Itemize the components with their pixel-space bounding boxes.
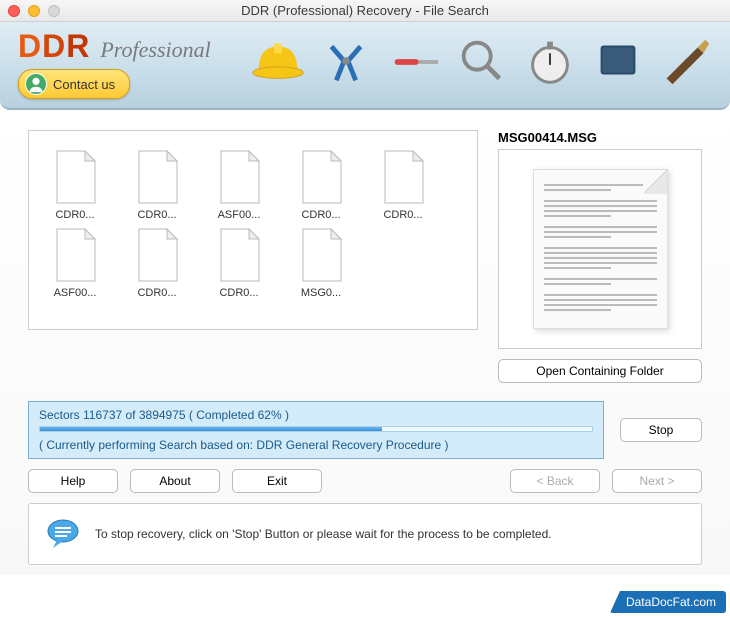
app-logo-subtitle: Professional [100, 37, 210, 63]
file-name-label: CDR0... [371, 209, 435, 221]
file-item[interactable]: CDR0... [207, 225, 271, 299]
pen-icon [657, 30, 715, 92]
help-button[interactable]: Help [28, 469, 118, 493]
info-bubble-icon [45, 516, 81, 552]
person-icon [25, 73, 47, 95]
file-icon [295, 147, 347, 207]
file-name-label: CDR0... [125, 287, 189, 299]
file-name-label: CDR0... [289, 209, 353, 221]
open-containing-folder-button[interactable]: Open Containing Folder [498, 359, 702, 383]
progress-bar [39, 426, 593, 432]
preview-filename: MSG00414.MSG [498, 130, 702, 145]
file-item[interactable]: MSG0... [289, 225, 353, 299]
stopwatch-icon [521, 30, 579, 92]
file-name-label: ASF00... [207, 209, 271, 221]
file-item[interactable]: ASF00... [207, 147, 271, 221]
titlebar: DDR (Professional) Recovery - File Searc… [0, 0, 730, 22]
next-button: Next > [612, 469, 702, 493]
hint-panel: To stop recovery, click on 'Stop' Button… [28, 503, 702, 565]
file-item[interactable]: CDR0... [125, 225, 189, 299]
file-name-label: CDR0... [207, 287, 271, 299]
screwdriver-icon [385, 30, 443, 92]
stop-button[interactable]: Stop [620, 418, 702, 442]
about-button[interactable]: About [130, 469, 220, 493]
file-icon [213, 147, 265, 207]
file-item[interactable]: CDR0... [125, 147, 189, 221]
file-icon [295, 225, 347, 285]
file-name-label: ASF00... [43, 287, 107, 299]
contact-us-button[interactable]: Contact us [18, 69, 130, 99]
file-icon [377, 147, 429, 207]
file-item[interactable]: CDR0... [371, 147, 435, 221]
app-logo: DDR Professional [18, 28, 211, 65]
file-item[interactable]: CDR0... [43, 147, 107, 221]
hardhat-icon [249, 30, 307, 92]
back-button: < Back [510, 469, 600, 493]
exit-button[interactable]: Exit [232, 469, 322, 493]
file-icon [131, 225, 183, 285]
file-name-label: MSG0... [289, 287, 353, 299]
app-banner: DDR Professional Contact us [0, 22, 730, 110]
hint-text: To stop recovery, click on 'Stop' Button… [95, 527, 552, 541]
notebook-icon [589, 30, 647, 92]
progress-panel: Sectors 116737 of 3894975 ( Completed 62… [28, 401, 604, 459]
document-preview-icon [533, 169, 668, 329]
file-name-label: CDR0... [125, 209, 189, 221]
pliers-icon [317, 30, 375, 92]
file-item[interactable]: CDR0... [289, 147, 353, 221]
brand-badge: DataDocFat.com [610, 591, 726, 613]
file-name-label: CDR0... [43, 209, 107, 221]
progress-sectors-text: Sectors 116737 of 3894975 ( Completed 62… [39, 408, 593, 422]
banner-tools-art [249, 30, 715, 92]
file-icon [49, 147, 101, 207]
file-icon [49, 225, 101, 285]
file-icon [131, 147, 183, 207]
progress-status-text: ( Currently performing Search based on: … [39, 438, 593, 452]
main-content: CDR0... CDR0... ASF00... CDR0... CDR0... ASF0… [0, 110, 730, 575]
magnifier-icon [453, 30, 511, 92]
preview-panel [498, 149, 702, 349]
file-icon [213, 225, 265, 285]
file-grid-panel: CDR0... CDR0... ASF00... CDR0... CDR0... ASF0… [28, 130, 478, 330]
window-title: DDR (Professional) Recovery - File Searc… [0, 3, 730, 18]
file-item[interactable]: ASF00... [43, 225, 107, 299]
